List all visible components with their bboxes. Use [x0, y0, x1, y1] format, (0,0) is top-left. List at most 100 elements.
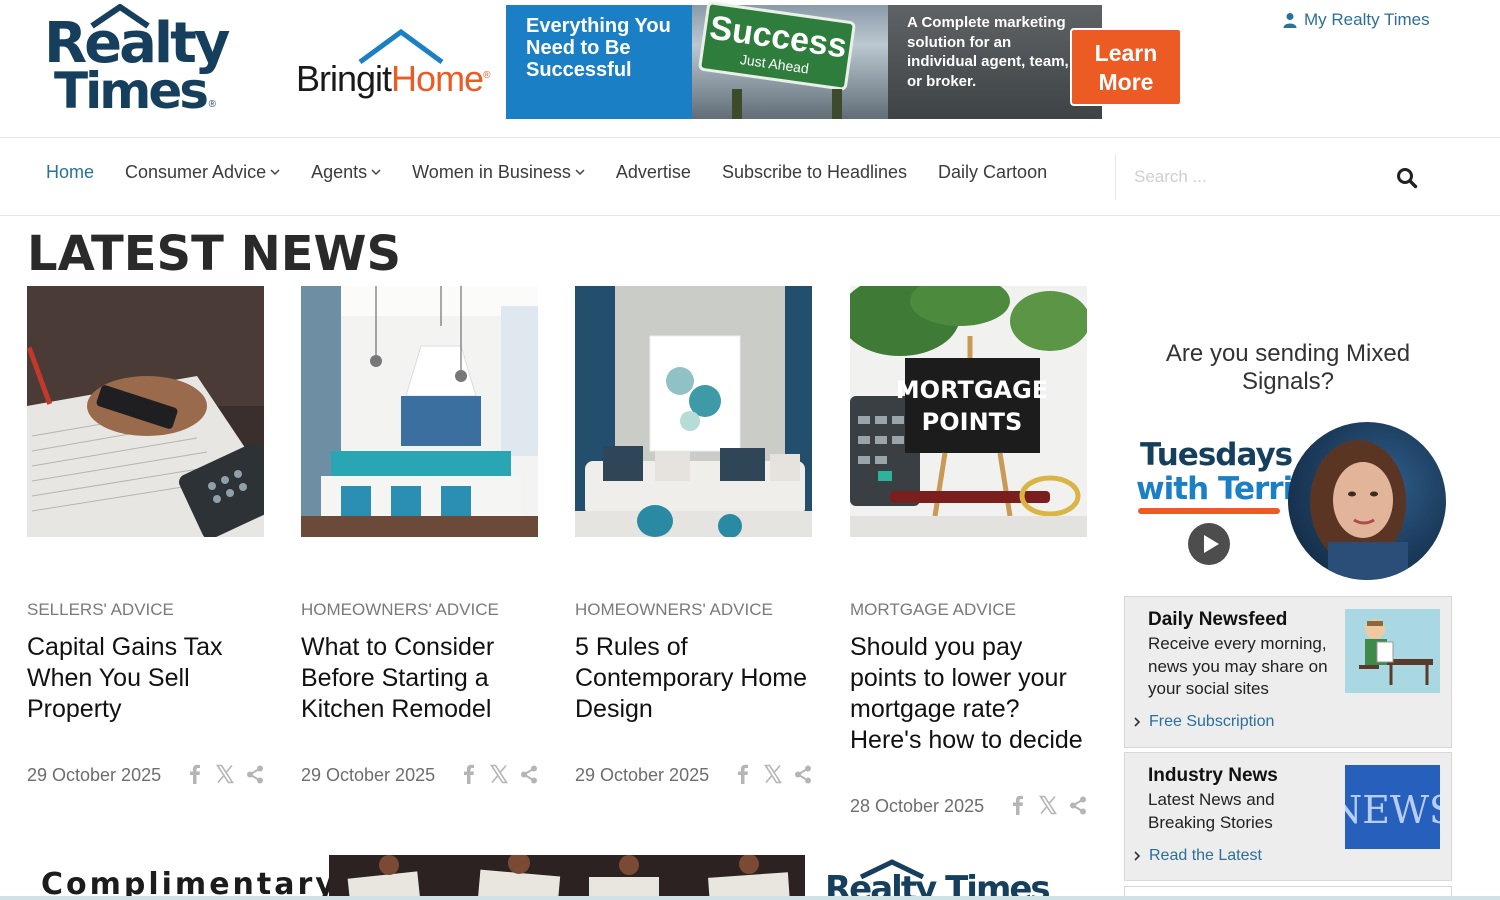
share-icon[interactable] [1069, 795, 1087, 815]
realty-times-logo[interactable]: Realty Times ® [44, 4, 230, 120]
nav-item[interactable]: Advertise [616, 160, 691, 184]
learn-more-button[interactable]: Learn More [1070, 28, 1182, 106]
logo-text-line2: Times [54, 62, 209, 120]
bringithome-text-part1: Bringit [296, 58, 392, 99]
share-icon[interactable] [246, 764, 264, 784]
article-date: 28 October 2025 [850, 795, 985, 816]
bottom-banner-image [329, 855, 805, 900]
chevron-right-icon [1134, 851, 1141, 861]
share-icon[interactable] [520, 764, 538, 784]
main-nav: Home Consumer Advice Agents Women in Busine… [0, 138, 1500, 216]
article-category[interactable]: SELLERS' ADVICE [27, 600, 174, 620]
article-title[interactable]: Capital Gains Tax When You Sell Property [27, 632, 267, 725]
article-category[interactable]: HOMEOWNERS' ADVICE [301, 600, 499, 620]
sign-post [732, 89, 742, 119]
nav-menu: Home Consumer Advice Agents Women in Busine… [46, 160, 1047, 184]
share-icon[interactable] [794, 764, 812, 784]
success-sign: Success Just Ahead [697, 0, 857, 92]
nav-item[interactable]: Women in Business [412, 160, 585, 184]
site-header: Realty Times ® BringitHome® Everything Y… [0, 0, 1500, 138]
article-category[interactable]: MORTGAGE ADVICE [850, 600, 1016, 620]
link-label: Free Subscription [1149, 713, 1275, 730]
article-card[interactable]: HOMEOWNERS' ADVICE 5 Rules of Contempora… [575, 286, 812, 785]
nav-item[interactable]: Subscribe to Headlines [722, 160, 907, 184]
news-image-text: NEWS [1345, 788, 1440, 832]
chevron-down-icon [575, 169, 585, 176]
x-twitter-icon[interactable] [764, 764, 782, 784]
chevron-down-icon [270, 169, 280, 176]
bottom-ad-banner[interactable]: Complimentary Realty Times [27, 855, 1087, 900]
image-text-mortgage: MORTGAGE [896, 376, 1048, 404]
read-the-latest-link[interactable]: Read the Latest [1133, 847, 1262, 865]
nav-item[interactable]: Consumer Advice [125, 160, 280, 184]
article-image-mortgage-points[interactable]: MORTGAGE POINTS [850, 286, 1087, 537]
ad-headline: Everything You Need to Be Successful [506, 5, 692, 119]
share-icons [734, 764, 812, 784]
page-bottom-strip [0, 896, 1500, 900]
article-date: 29 October 2025 [575, 764, 710, 785]
article-image-tax[interactable] [27, 286, 264, 537]
share-icons [186, 764, 264, 784]
article-card[interactable]: SELLERS' ADVICE Capital Gains Tax When Y… [27, 286, 264, 785]
nav-item-label: Advertise [615, 161, 691, 182]
article-image-living-room[interactable] [575, 286, 812, 537]
article-meta: 29 October 2025 [575, 763, 812, 787]
facebook-icon[interactable] [186, 764, 204, 784]
facebook-icon[interactable] [460, 764, 478, 784]
mixed-signals-promo[interactable]: Are you sending Mixed Signals? [1124, 340, 1452, 396]
facebook-icon[interactable] [1009, 795, 1027, 815]
user-icon [1283, 13, 1297, 28]
facebook-icon[interactable] [734, 764, 752, 784]
ad-banner[interactable]: Everything You Need to Be Successful Suc… [506, 0, 1102, 119]
show-title-line1: Tuesdays [1140, 437, 1293, 473]
x-twitter-icon[interactable] [1039, 795, 1057, 815]
industry-news-widget: Industry News Latest News and Breaking S… [1124, 752, 1455, 881]
host-portrait [1288, 422, 1446, 580]
section-heading: LATEST NEWS [27, 226, 402, 282]
x-twitter-icon[interactable] [490, 764, 508, 784]
search-input[interactable] [1134, 162, 1384, 192]
article-meta: 28 October 2025 [850, 794, 1087, 818]
search-box [1115, 154, 1421, 200]
share-icons [1009, 795, 1087, 815]
free-subscription-link[interactable]: Free Subscription [1133, 713, 1274, 731]
logo-registered-mark: ® [208, 99, 216, 110]
image-text-points: POINTS [922, 408, 1023, 436]
nav-item-label: Women in Business [412, 161, 571, 182]
link-label: Read the Latest [1149, 847, 1262, 864]
widget-title: Daily Newsfeed [1148, 609, 1288, 630]
article-category[interactable]: HOMEOWNERS' ADVICE [575, 600, 773, 620]
bringithome-logo[interactable]: BringitHome® [296, 28, 496, 100]
bringithome-text-part2: Home [391, 58, 484, 99]
news-image: NEWS [1329, 765, 1455, 849]
article-card[interactable]: HOMEOWNERS' ADVICE What to Consider Befo… [301, 286, 538, 785]
my-realty-times-label: My Realty Times [1304, 10, 1430, 29]
nav-item-label: Consumer Advice [125, 161, 267, 182]
chevron-right-icon [1134, 717, 1141, 727]
sign-post [832, 89, 842, 119]
show-title-underline [1138, 508, 1280, 514]
play-button[interactable] [1188, 523, 1230, 565]
bringithome-registered-mark: ® [483, 70, 490, 81]
nav-item-label: Subscribe to Headlines [721, 161, 908, 182]
nav-item[interactable]: Daily Cartoon [938, 160, 1047, 184]
x-twitter-icon[interactable] [216, 764, 234, 784]
widget-description: Latest News and Breaking Stories [1148, 790, 1275, 832]
search-icon[interactable] [1396, 167, 1418, 189]
article-date: 29 October 2025 [27, 764, 162, 785]
tuesdays-with-terri-video[interactable]: Tuesdays with Terri [1136, 420, 1448, 580]
article-image-kitchen[interactable] [301, 286, 538, 537]
article-title[interactable]: 5 Rules of Contemporary Home Design [575, 632, 815, 725]
show-title-line2: with Terri [1136, 471, 1293, 507]
widget-title: Industry News [1148, 765, 1278, 786]
ad-success-image: Success Just Ahead [692, 0, 888, 119]
article-meta: 29 October 2025 [27, 763, 264, 787]
newsfeed-illustration [1345, 609, 1440, 693]
play-icon [1204, 535, 1219, 553]
nav-item[interactable]: Agents [311, 160, 381, 184]
article-card[interactable]: MORTGAGE POINTS MORTGAGE ADVICE Should y… [850, 286, 1087, 816]
my-realty-times-link[interactable]: My Realty Times [1282, 10, 1430, 30]
article-title[interactable]: What to Consider Before Starting a Kitch… [301, 632, 541, 725]
article-title[interactable]: Should you pay points to lower your mort… [850, 632, 1090, 756]
nav-item[interactable]: Home [46, 160, 94, 184]
